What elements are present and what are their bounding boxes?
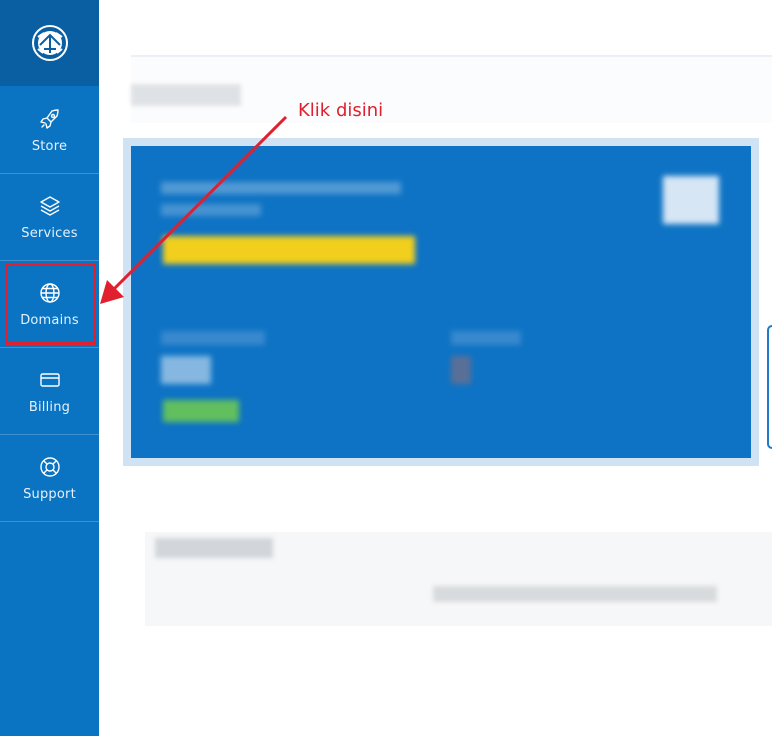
- sidebar-item-billing[interactable]: Billing: [0, 348, 99, 435]
- blurred-text: [433, 586, 717, 602]
- page: Store Services Domains Billing Support K…: [0, 0, 772, 736]
- blurred-text: [161, 182, 401, 194]
- blurred-text: [161, 331, 265, 345]
- page-title-blurred: [131, 84, 241, 106]
- sidebar-item-services[interactable]: Services: [0, 174, 99, 261]
- blurred-text: [155, 538, 273, 558]
- hero-card: [131, 146, 751, 458]
- annotation-label: Klik disini: [298, 100, 384, 121]
- layers-icon: [39, 195, 60, 216]
- blurred-icon: [663, 176, 719, 224]
- sidebar-item-label: Billing: [28, 399, 71, 415]
- sidebar-item-label: Support: [23, 486, 76, 502]
- sidebar-item-label: Store: [31, 138, 68, 154]
- logo[interactable]: [0, 0, 99, 86]
- highlight-box: [5, 263, 96, 345]
- side-panel-edge: [767, 325, 772, 449]
- content-card: [145, 532, 772, 626]
- blurred-text: [451, 331, 521, 345]
- sidebar-item-store[interactable]: Store: [0, 87, 99, 174]
- blurred-text: [161, 204, 261, 216]
- credit-card-icon: [39, 372, 60, 387]
- lifebuoy-icon: [39, 456, 60, 477]
- sidebar-item-support[interactable]: Support: [0, 435, 99, 522]
- blurred-text: [161, 356, 211, 384]
- sidebar: Store Services Domains Billing Support: [0, 0, 99, 736]
- sidebar-item-label: Services: [21, 225, 78, 241]
- rocket-icon: [39, 108, 59, 129]
- status-badge-blurred: [163, 400, 239, 422]
- highlighted-domain-blurred: [163, 236, 415, 264]
- blurred-text: [451, 356, 471, 384]
- seal-logo-icon: [31, 25, 68, 61]
